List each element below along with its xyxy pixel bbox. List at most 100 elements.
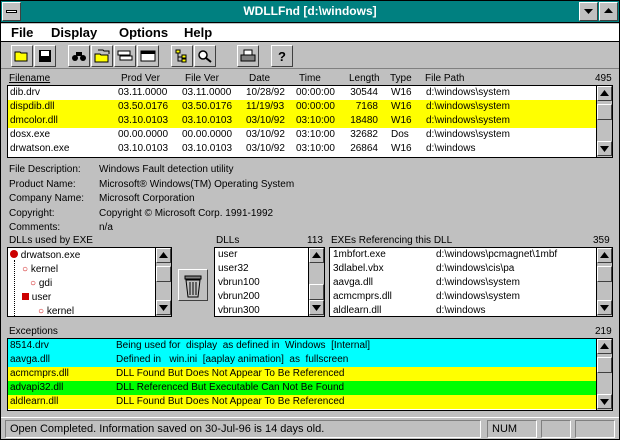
list-item[interactable]: user [215,248,309,262]
minimize-button[interactable] [579,2,598,21]
exception-row[interactable]: aldlearn.dll DLL Found But Does Not Appea… [8,395,596,409]
list-item[interactable]: 3dlabel.vbx d:\windows\cis\pa [330,262,596,276]
exe-path: d:\windows [436,305,486,316]
col-prod-ver[interactable]: Prod Ver [121,73,160,84]
print-button[interactable] [237,45,259,67]
exception-row[interactable]: acmcmprs.dll DLL Found But Does Not Appea… [8,367,596,381]
window-title: WDLLFnd [d:\windows] [243,4,377,18]
cell-time: 03:10:00 [296,143,335,154]
list-item[interactable]: aavga.dll d:\windows\system [330,276,596,290]
folders-icon [94,49,110,63]
scroll-thumb[interactable] [597,266,612,282]
tree-node[interactable]: ○ kernel [22,264,58,275]
tree-node-label: kernel [46,306,75,317]
system-menu-button[interactable] [2,2,21,21]
cell-name: dib.drv [10,87,41,98]
exe-list[interactable]: 1mbfort.exe d:\windows\pcmagnet\1mbf 3dlab… [329,247,613,317]
scroll-down-button[interactable] [597,141,612,156]
tree-node[interactable]: user [22,292,51,303]
scroll-up-button[interactable] [597,248,612,263]
table-row[interactable]: dosx.exe 00.00.0000 00.00.0000 03/10/92 03:1… [8,128,596,142]
tree-view-button[interactable] [171,45,193,67]
exception-row[interactable]: 8514.drv Being used for display as define… [8,339,596,353]
menu-options[interactable]: Options [119,25,168,40]
scroll-up-button[interactable] [309,248,324,263]
file-list[interactable]: dib.drv 03.11.0000 03.11.0000 10/28/92 00:00… [7,85,613,158]
detail-value: Windows Fault detection utility [99,164,234,175]
cell-len: 32682 [350,129,378,140]
scroll-up-button[interactable] [156,248,171,263]
exceptions-count: 219 [595,326,612,337]
list-item[interactable]: vbrun200 [215,290,309,304]
scroll-thumb[interactable] [156,266,171,282]
exes-count: 359 [593,235,610,246]
scroll-down-button[interactable] [309,300,324,315]
dll-name: vbrun200 [218,291,260,302]
exception-message: DLL Found But Does Not Appear To Be Refe… [116,396,345,407]
scroll-up-button[interactable] [597,86,612,101]
col-type[interactable]: Type [390,73,412,84]
scroll-thumb[interactable] [597,104,612,120]
scroll-up-button[interactable] [597,339,612,354]
scroll-down-button[interactable] [156,300,171,315]
list-item[interactable]: user32 [215,262,309,276]
maximize-button[interactable] [599,2,618,21]
cell-path: d:\windows\system [426,115,510,126]
menu-display[interactable]: Display [51,25,97,40]
table-row[interactable]: dispdib.dll 03.50.0176 03.50.0176 11/19/93 0… [8,100,596,114]
exception-file: 8514.drv [10,340,49,351]
cell-date: 03/10/92 [246,115,285,126]
exe-node-icon [10,250,18,258]
list-view-button[interactable] [114,45,136,67]
detail-view-button[interactable] [137,45,159,67]
scroll-thumb[interactable] [597,357,612,373]
menu-help[interactable]: Help [184,25,212,40]
list-item[interactable]: vbrun100 [215,276,309,290]
col-length[interactable]: Length [349,73,380,84]
exe-list-scrollbar[interactable] [596,248,612,316]
cell-name: drwatson.exe [10,143,70,154]
exceptions-list[interactable]: 8514.drv Being used for display as define… [7,338,613,411]
dll-tree[interactable]: drwatson.exe ○ kernel ○ gdi user ○ kerne… [7,247,172,317]
tree-node-label: user [31,292,52,303]
find-file-button[interactable] [68,45,90,67]
exceptions-scrollbar[interactable] [596,339,612,410]
table-row[interactable]: dmcolor.dll 03.10.0103 03.10.0103 03/10/92 0… [8,114,596,128]
open-folder-button[interactable] [11,45,33,67]
table-row[interactable]: drwatson.exe 03.10.0103 03.10.0103 03/10/92… [8,142,596,156]
tree-node[interactable]: ○ gdi [30,278,52,289]
tree-root[interactable]: drwatson.exe [10,250,80,261]
delete-button[interactable] [178,269,208,301]
list-item[interactable]: aldlearn.dll d:\windows [330,304,596,316]
list-item[interactable]: acmcmprs.dll d:\windows\system [330,290,596,304]
open-multiple-button[interactable] [91,45,113,67]
col-file-ver[interactable]: File Ver [185,73,219,84]
exception-file: advapi32.dll [10,382,64,393]
cell-prod: 03.11.0000 [118,87,168,98]
col-file-path[interactable]: File Path [425,73,464,84]
scroll-down-button[interactable] [597,394,612,409]
exception-row[interactable]: advapi32.dll DLL Referenced But Executabl… [8,381,596,395]
col-time[interactable]: Time [299,73,321,84]
tree-node[interactable]: ○ kernel [38,306,75,317]
dll-tree-scrollbar[interactable] [155,248,171,316]
dll-list[interactable]: user user32 vbrun100 vbrun200 vbrun300 [214,247,325,317]
exception-row[interactable]: aavga.dll Defined in win.ini [aaplay anim… [8,353,596,367]
open-folder-icon [14,51,28,62]
cell-len: 7168 [355,101,378,112]
list-item[interactable]: 1mbfort.exe d:\windows\pcmagnet\1mbf [330,248,596,262]
scroll-down-button[interactable] [597,300,612,315]
menu-file[interactable]: File [11,25,33,40]
file-list-scrollbar[interactable] [596,86,612,157]
search-button[interactable] [194,45,216,67]
save-button[interactable] [34,45,56,67]
exe-name: 3dlabel.vbx [333,263,384,274]
help-button[interactable]: ? [271,45,293,67]
col-date[interactable]: Date [249,73,270,84]
list-item[interactable]: vbrun300 [215,304,309,316]
table-row[interactable]: dib.drv 03.11.0000 03.11.0000 10/28/92 00:00… [8,86,596,100]
status-num: NUM [487,420,537,438]
scroll-thumb[interactable] [309,284,324,300]
dll-list-scrollbar[interactable] [308,248,324,316]
col-filename[interactable]: Filename [9,73,50,84]
